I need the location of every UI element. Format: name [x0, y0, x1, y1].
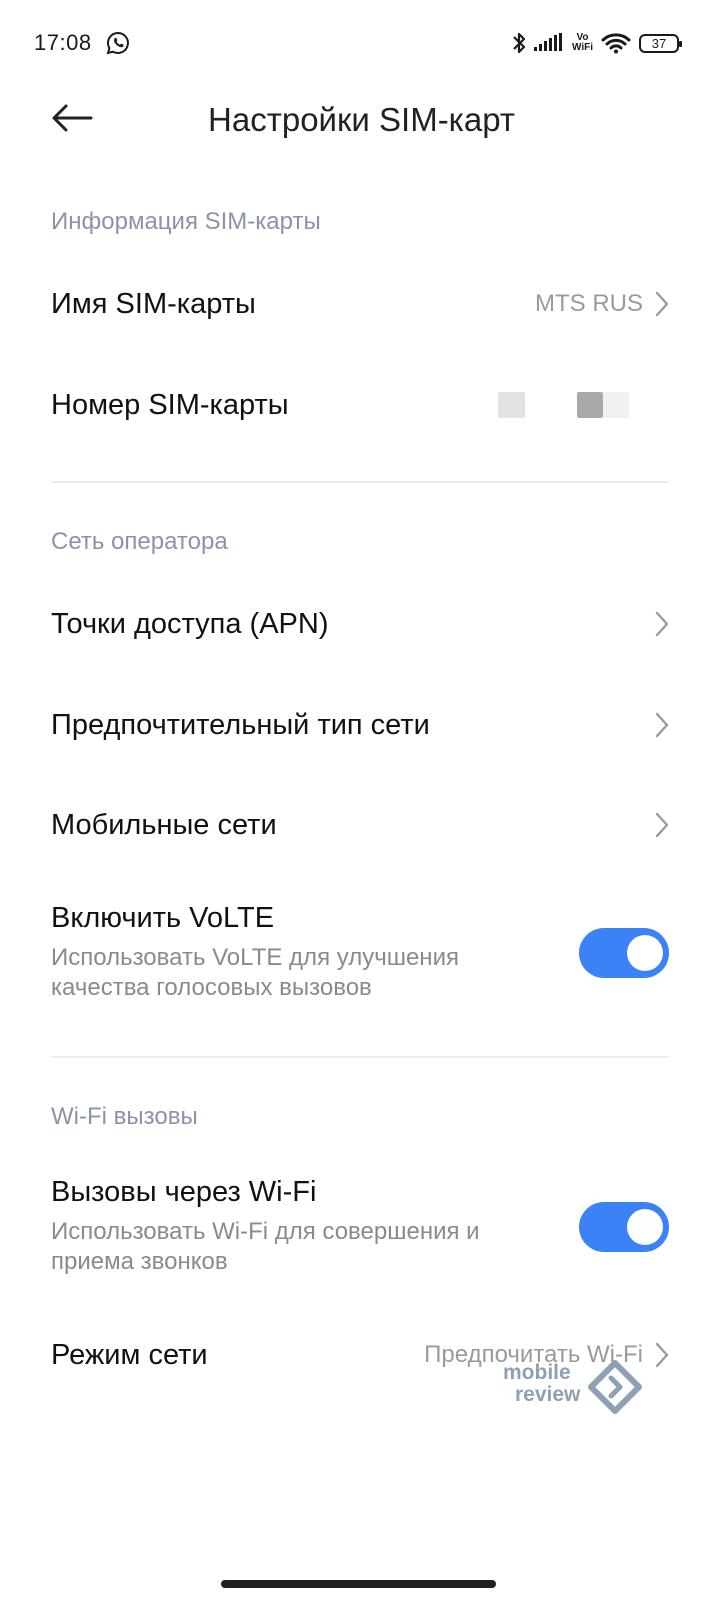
chevron-right-icon: [655, 812, 669, 838]
mobile-networks-row[interactable]: Мобильные сети: [51, 804, 669, 846]
sim-number-row: Номер SIM-карты: [51, 384, 669, 426]
section-header-sim-info: Информация SIM-карты: [51, 208, 321, 235]
volte-text: Включить VoLTE Использовать VoLTE для ул…: [51, 902, 521, 1003]
sim-number-redacted: [498, 392, 669, 418]
watermark-line1: mobile: [503, 1361, 571, 1384]
sim-name-label: Имя SIM-карты: [51, 287, 256, 320]
status-icons: Vo WiFi 37: [512, 28, 682, 58]
battery-icon: 37: [639, 33, 682, 53]
divider: [51, 1056, 669, 1058]
watermark-logo-icon: [588, 1360, 642, 1414]
network-mode-label: Режим сети: [51, 1338, 208, 1371]
watermark: mobile review: [503, 1360, 655, 1443]
wifi-calls-row: Вызовы через Wi-Fi Использовать Wi-Fi дл…: [51, 1176, 669, 1277]
wifi-calls-subtitle: Использовать Wi-Fi для совершения и прие…: [51, 1218, 480, 1275]
sim-number-label: Номер SIM-карты: [51, 388, 289, 421]
chevron-right-icon: [655, 1342, 669, 1368]
chevron-right-icon: [655, 611, 669, 637]
vowifi-icon: Vo WiFi: [572, 33, 593, 53]
status-time: 17:08: [34, 30, 92, 55]
toggle-knob: [627, 934, 663, 971]
apn-row[interactable]: Точки доступа (APN): [51, 603, 669, 645]
home-indicator[interactable]: [221, 1580, 496, 1588]
chevron-right-icon: [655, 712, 669, 738]
sim-name-value: MTS RUS: [535, 290, 643, 317]
section-header-wifi-calls: Wi-Fi вызовы: [51, 1103, 198, 1130]
wifi-icon: [601, 33, 631, 54]
divider: [51, 481, 669, 483]
volte-toggle[interactable]: [579, 927, 669, 978]
chevron-right-icon: [655, 291, 669, 317]
watermark-line2: review: [515, 1383, 581, 1406]
redacted-block: [577, 392, 603, 418]
signal-icon: [533, 33, 562, 51]
sim-name-row[interactable]: Имя SIM-карты MTS RUS: [51, 283, 669, 325]
apn-label: Точки доступа (APN): [51, 607, 329, 640]
redacted-block: [498, 392, 525, 418]
volte-row: Включить VoLTE Использовать VoLTE для ул…: [51, 902, 669, 1003]
vowifi-bottom: WiFi: [571, 42, 593, 53]
bluetooth-icon: [513, 32, 526, 54]
redacted-block: [603, 392, 629, 418]
mobile-networks-label: Мобильные сети: [51, 808, 277, 841]
volte-title: Включить VoLTE: [51, 902, 275, 934]
whatsapp-icon: [106, 31, 129, 55]
section-header-operator: Сеть оператора: [51, 528, 228, 555]
wifi-calls-title: Вызовы через Wi-Fi: [51, 1176, 317, 1208]
wifi-calls-text: Вызовы через Wi-Fi Использовать Wi-Fi дл…: [51, 1176, 521, 1277]
volte-subtitle: Использовать VoLTE для улучшения качеств…: [51, 944, 459, 1001]
network-type-row[interactable]: Предпочтительный тип сети: [51, 704, 669, 746]
page-title: Настройки SIM-карт: [208, 101, 515, 138]
network-type-label: Предпочтительный тип сети: [51, 708, 430, 741]
toggle-knob: [627, 1208, 663, 1245]
wifi-calls-toggle[interactable]: [579, 1201, 669, 1252]
battery-level: 37: [651, 35, 667, 51]
